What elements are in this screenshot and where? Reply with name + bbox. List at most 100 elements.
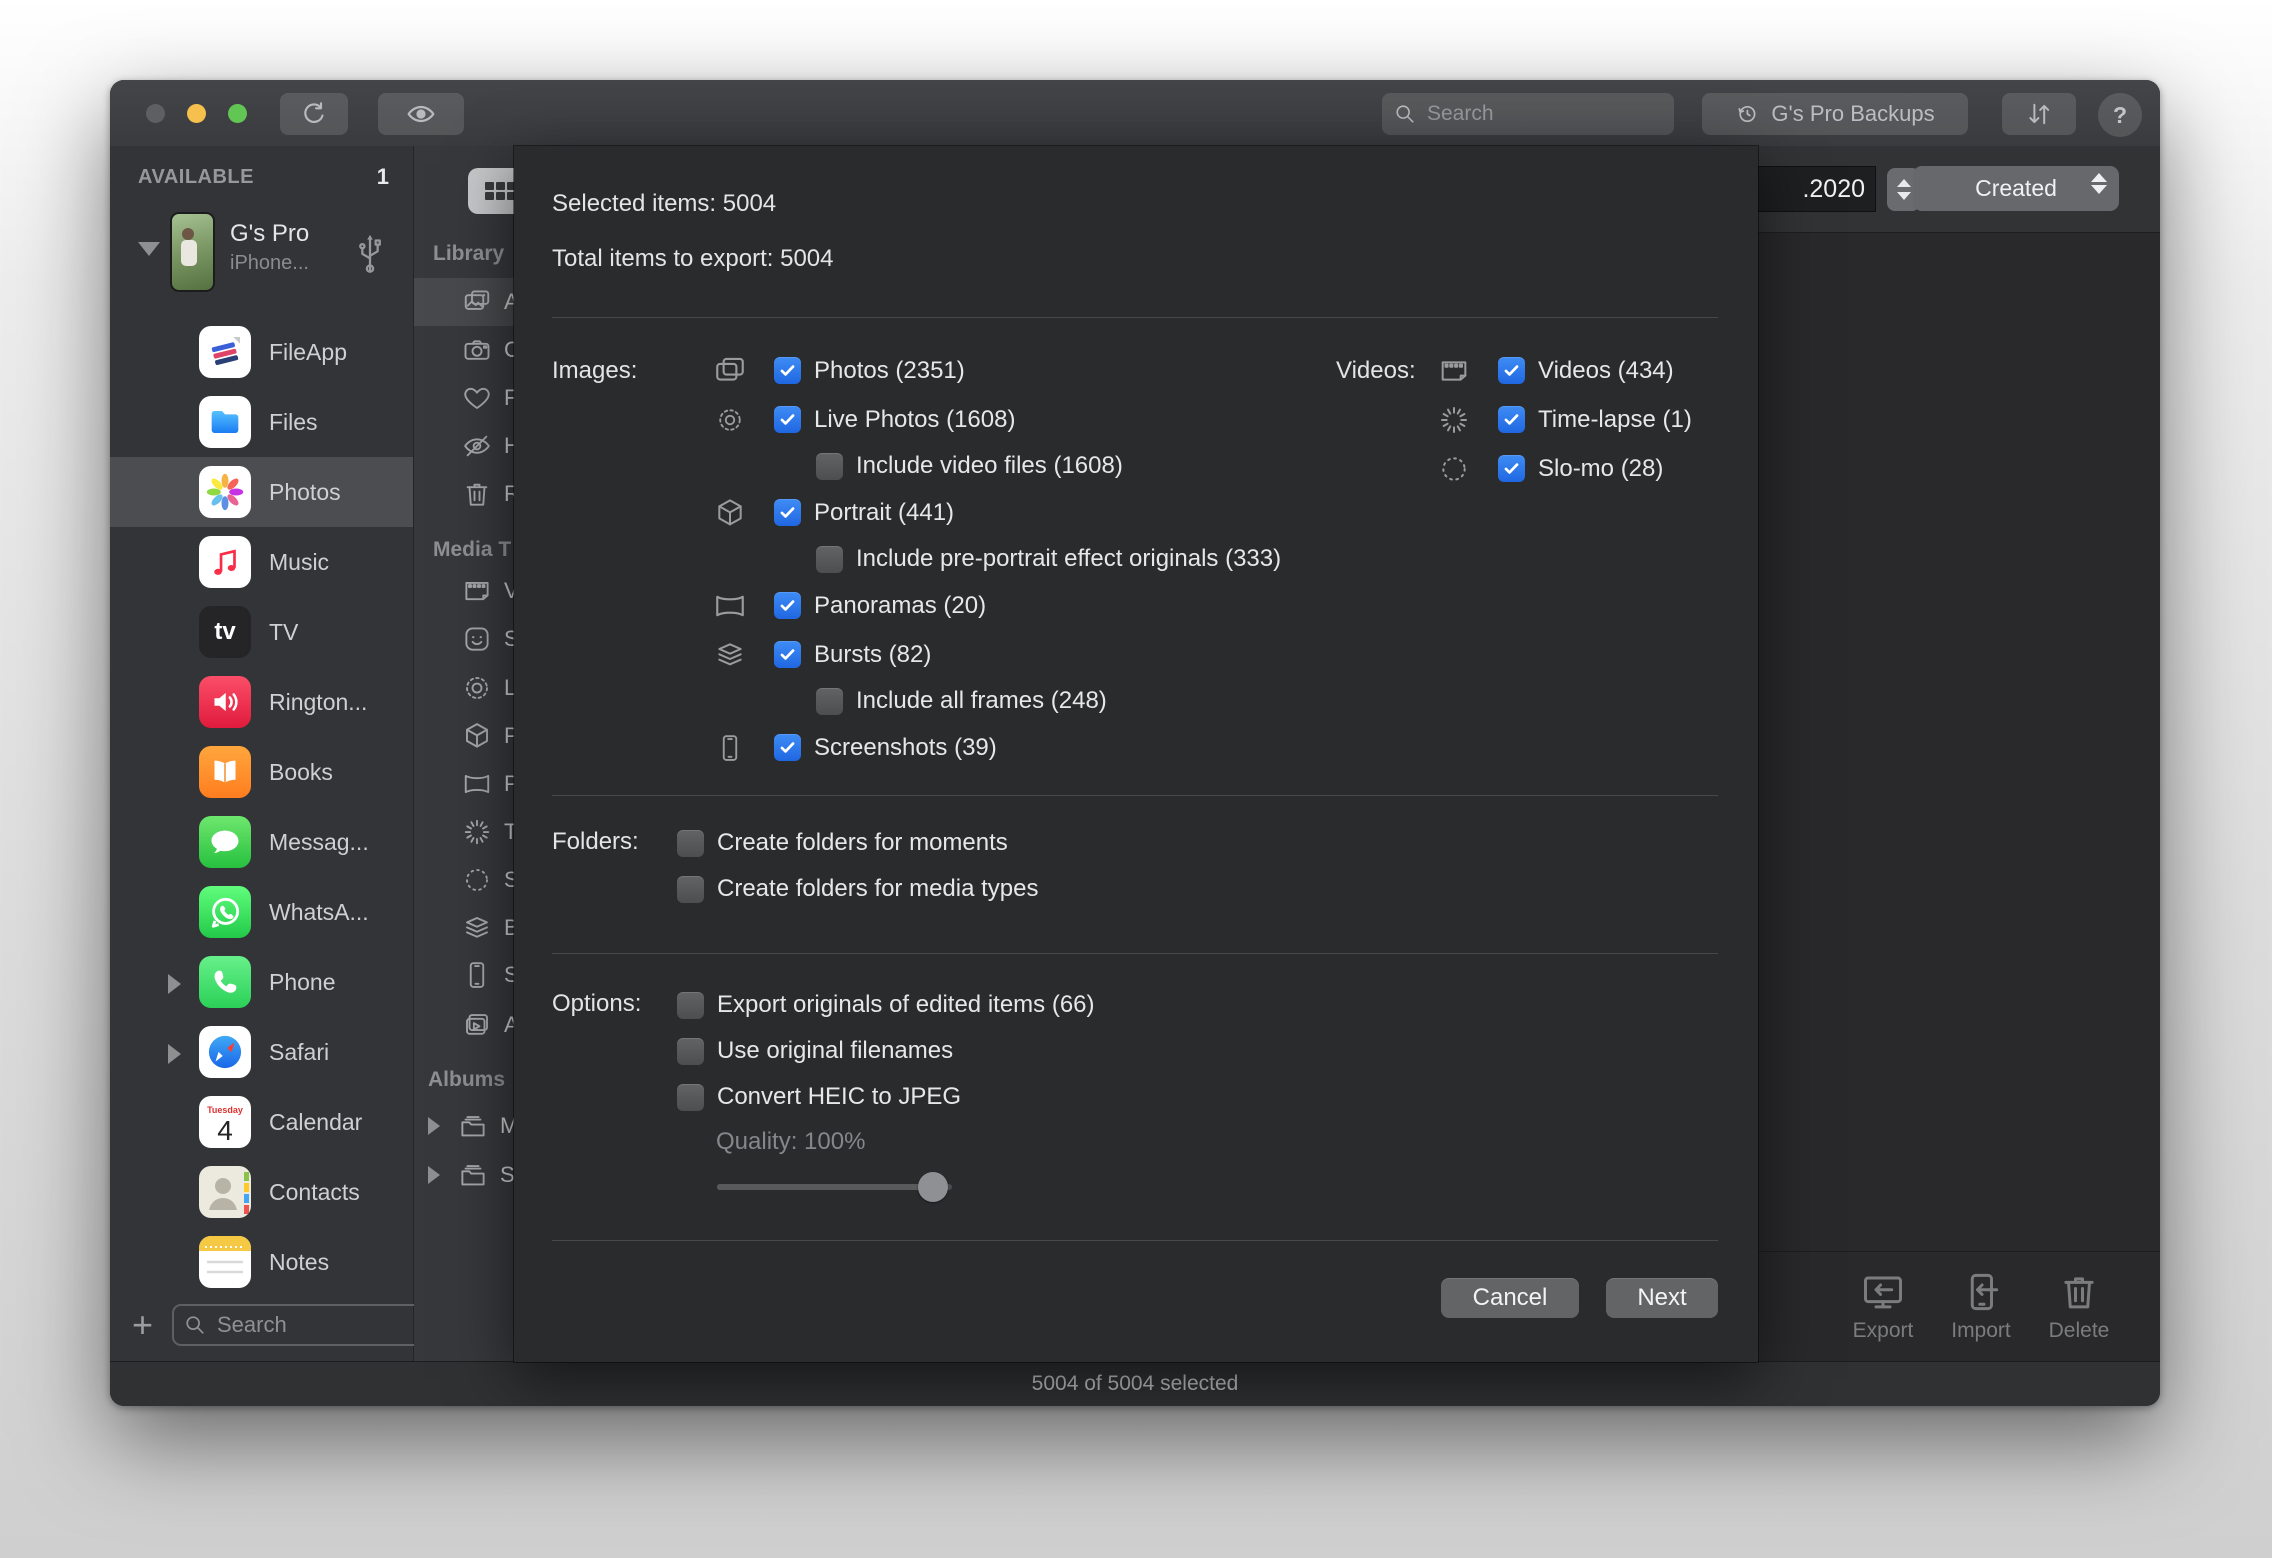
- checkbox-label: Screenshots (39): [814, 733, 997, 761]
- albums-row-my-albums[interactable]: M: [414, 1102, 523, 1150]
- checkbox-row-convert-heic: Convert HEIC to JPEG: [552, 1074, 1095, 1120]
- quality-slider[interactable]: [717, 1172, 952, 1202]
- options-section-label: Options:: [552, 990, 642, 1017]
- transfer-arrows-icon: [2024, 101, 2054, 127]
- folders-section: Folders: Create folders for moments Crea…: [552, 820, 1038, 912]
- disclosure-triangle-icon[interactable]: [168, 974, 181, 994]
- library-row-camera[interactable]: C: [414, 326, 523, 374]
- checkbox[interactable]: [774, 592, 801, 619]
- quality-slider-knob[interactable]: [918, 1172, 948, 1202]
- sidebar-item-photos[interactable]: Photos: [110, 457, 413, 527]
- checkbox[interactable]: [1498, 455, 1525, 482]
- checkbox-row-live-photos: Live Photos (1608): [552, 395, 1281, 444]
- add-device-button[interactable]: +: [132, 1306, 153, 1344]
- checkbox[interactable]: [774, 357, 801, 384]
- help-button[interactable]: ?: [2098, 93, 2142, 137]
- checkbox[interactable]: [1498, 357, 1525, 384]
- library-row-recently-deleted[interactable]: R: [414, 470, 523, 518]
- media-row-portrait[interactable]: P: [414, 712, 523, 760]
- sort-by-dropdown[interactable]: Created: [1913, 166, 2119, 211]
- checkbox-label: Panoramas (20): [814, 591, 987, 619]
- search-icon: [184, 1314, 206, 1336]
- transfer-button[interactable]: [2002, 93, 2076, 135]
- sidebar-item-label: Contacts: [269, 1178, 360, 1205]
- checkbox[interactable]: [816, 545, 843, 573]
- device-subtitle: iPhone...: [230, 252, 309, 274]
- device-name: G's Pro: [230, 220, 310, 247]
- checkbox[interactable]: [816, 452, 843, 480]
- sidebar-item-safari[interactable]: Safari: [110, 1017, 413, 1087]
- sidebar-item-notes[interactable]: Notes: [110, 1227, 413, 1297]
- checkbox[interactable]: [1498, 406, 1525, 433]
- export-button[interactable]: Export: [1836, 1271, 1930, 1343]
- sidebar-search-input[interactable]: [215, 1311, 409, 1339]
- media-row-videos[interactable]: V: [414, 567, 523, 615]
- close-window-button[interactable]: [146, 104, 165, 123]
- sidebar-item-files[interactable]: Files: [110, 387, 413, 457]
- media-row-timelapse[interactable]: T: [414, 808, 523, 856]
- next-button[interactable]: Next: [1606, 1278, 1718, 1318]
- sidebar-item-tv[interactable]: tv TV: [110, 597, 413, 667]
- sidebar-item-fileapp[interactable]: FileApp: [110, 317, 413, 387]
- stepper-up-icon[interactable]: [1896, 179, 1911, 187]
- library-row-favourites[interactable]: F: [414, 374, 523, 422]
- checkbox-label: Create folders for media types: [717, 875, 1039, 902]
- checkbox[interactable]: [677, 1083, 704, 1111]
- cancel-button[interactable]: Cancel: [1441, 1278, 1579, 1318]
- media-row-slomo[interactable]: S: [414, 856, 523, 904]
- media-row-screenshots[interactable]: S: [414, 951, 523, 999]
- import-icon: [1958, 1271, 2004, 1313]
- backups-button[interactable]: G's Pro Backups: [1702, 93, 1968, 135]
- albums-row-shared-albums[interactable]: S: [414, 1151, 523, 1199]
- refresh-button[interactable]: [280, 93, 348, 135]
- checkbox[interactable]: [677, 829, 704, 857]
- checkbox[interactable]: [774, 641, 801, 668]
- import-button[interactable]: Import: [1934, 1271, 2028, 1343]
- zoom-window-button[interactable]: [228, 104, 247, 123]
- photos-icon: [199, 466, 251, 518]
- media-row-selfies[interactable]: S: [414, 615, 523, 663]
- sidebar-app-list: FileApp Files Photos Music tv TV Rington…: [110, 317, 413, 1297]
- checkbox[interactable]: [816, 687, 843, 715]
- quality-slider-row: [552, 1164, 1095, 1210]
- search-icon: [1394, 103, 1416, 125]
- checkbox-row-include-video-files: Include video files (1608): [552, 444, 1281, 488]
- sidebar-search[interactable]: [172, 1304, 448, 1346]
- media-row-live-photos[interactable]: L: [414, 664, 523, 712]
- sidebar-item-books[interactable]: Books: [110, 737, 413, 807]
- sidebar-item-ringtones[interactable]: Rington...: [110, 667, 413, 737]
- sidebar-item-phone[interactable]: Phone: [110, 947, 413, 1017]
- tv-icon: tv: [199, 606, 251, 658]
- checkbox[interactable]: [677, 1037, 704, 1065]
- disclosure-triangle-icon[interactable]: [428, 1166, 440, 1184]
- media-row-animated[interactable]: A: [414, 1001, 523, 1049]
- media-row-panoramas[interactable]: P: [414, 760, 523, 808]
- disclosure-triangle-icon[interactable]: [428, 1117, 440, 1135]
- toolbar-search-input[interactable]: [1425, 101, 1649, 127]
- disclosure-triangle-icon[interactable]: [168, 1044, 181, 1064]
- video-icon: [465, 581, 489, 601]
- quick-look-button[interactable]: [378, 93, 464, 135]
- checkbox[interactable]: [677, 875, 704, 903]
- library-row-hidden[interactable]: H: [414, 422, 523, 470]
- sidebar-item-messages[interactable]: Messag...: [110, 807, 413, 877]
- stepper-down-icon[interactable]: [1896, 192, 1911, 200]
- sidebar-item-music[interactable]: Music: [110, 527, 413, 597]
- toolbar-search[interactable]: [1382, 93, 1674, 135]
- delete-button[interactable]: Delete: [2032, 1271, 2126, 1343]
- checkbox[interactable]: [677, 991, 704, 1019]
- checkbox[interactable]: [774, 406, 801, 433]
- media-row-bursts[interactable]: B: [414, 904, 523, 952]
- checkbox[interactable]: [774, 734, 801, 761]
- sidebar-item-whatsapp[interactable]: WhatsA...: [110, 877, 413, 947]
- minimize-window-button[interactable]: [187, 104, 206, 123]
- checkbox-label: Portrait (441): [814, 498, 955, 526]
- device-disclosure-triangle-icon[interactable]: [138, 242, 160, 256]
- checkbox[interactable]: [774, 499, 801, 526]
- library-row-all-photos[interactable]: A: [414, 278, 523, 326]
- sidebar-item-calendar[interactable]: Tuesday 4 Calendar: [110, 1087, 413, 1157]
- sidebar-item-contacts[interactable]: Contacts: [110, 1157, 413, 1227]
- device-row[interactable]: G's Pro iPhone...: [110, 208, 413, 292]
- separator: [552, 795, 1718, 796]
- checkbox-row-folders-media-types: Create folders for media types: [552, 866, 1038, 912]
